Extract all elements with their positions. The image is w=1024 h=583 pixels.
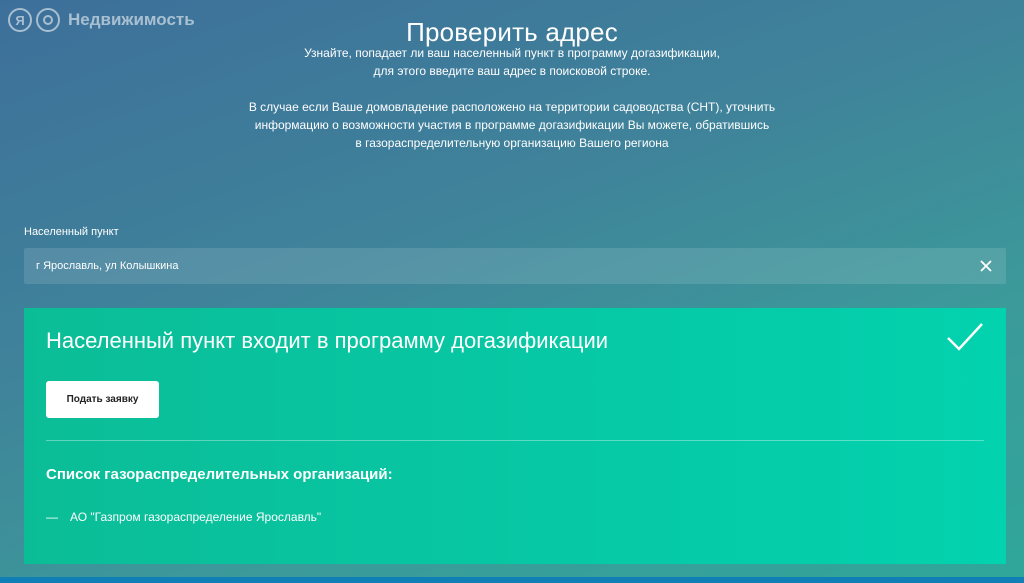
checkmark-icon [947,323,983,351]
orgs-heading: Список газораспределительных организаций… [46,466,393,483]
org-name: АО "Газпром газораспределение Ярославль" [70,510,322,524]
note-line: в газораспределительную организацию Ваше… [355,136,669,150]
bottom-strip [0,577,1024,583]
result-panel: Населенный пункт входит в программу дога… [24,308,1006,564]
org-bullet: — [46,510,58,524]
settlement-label: Населенный пункт [24,226,119,238]
note-line: информацию о возможности участия в прогр… [254,118,770,132]
apply-button[interactable]: Подать заявку [46,381,159,418]
intro-text: Узнайте, попадает ли ваш населенный пунк… [0,44,1024,152]
intro-line: для этого введите ваш адрес в поисковой … [373,64,651,78]
clear-icon[interactable] [976,256,996,276]
address-search-box [24,248,1006,284]
address-search-input[interactable] [24,248,964,284]
org-list-item: — АО "Газпром газораспределение Ярославл… [46,510,321,524]
intro-line: Узнайте, попадает ли ваш населенный пунк… [304,46,720,60]
divider [46,440,984,441]
note-line: В случае если Ваше домовладение располож… [248,100,776,114]
result-title: Населенный пункт входит в программу дога… [46,328,609,353]
